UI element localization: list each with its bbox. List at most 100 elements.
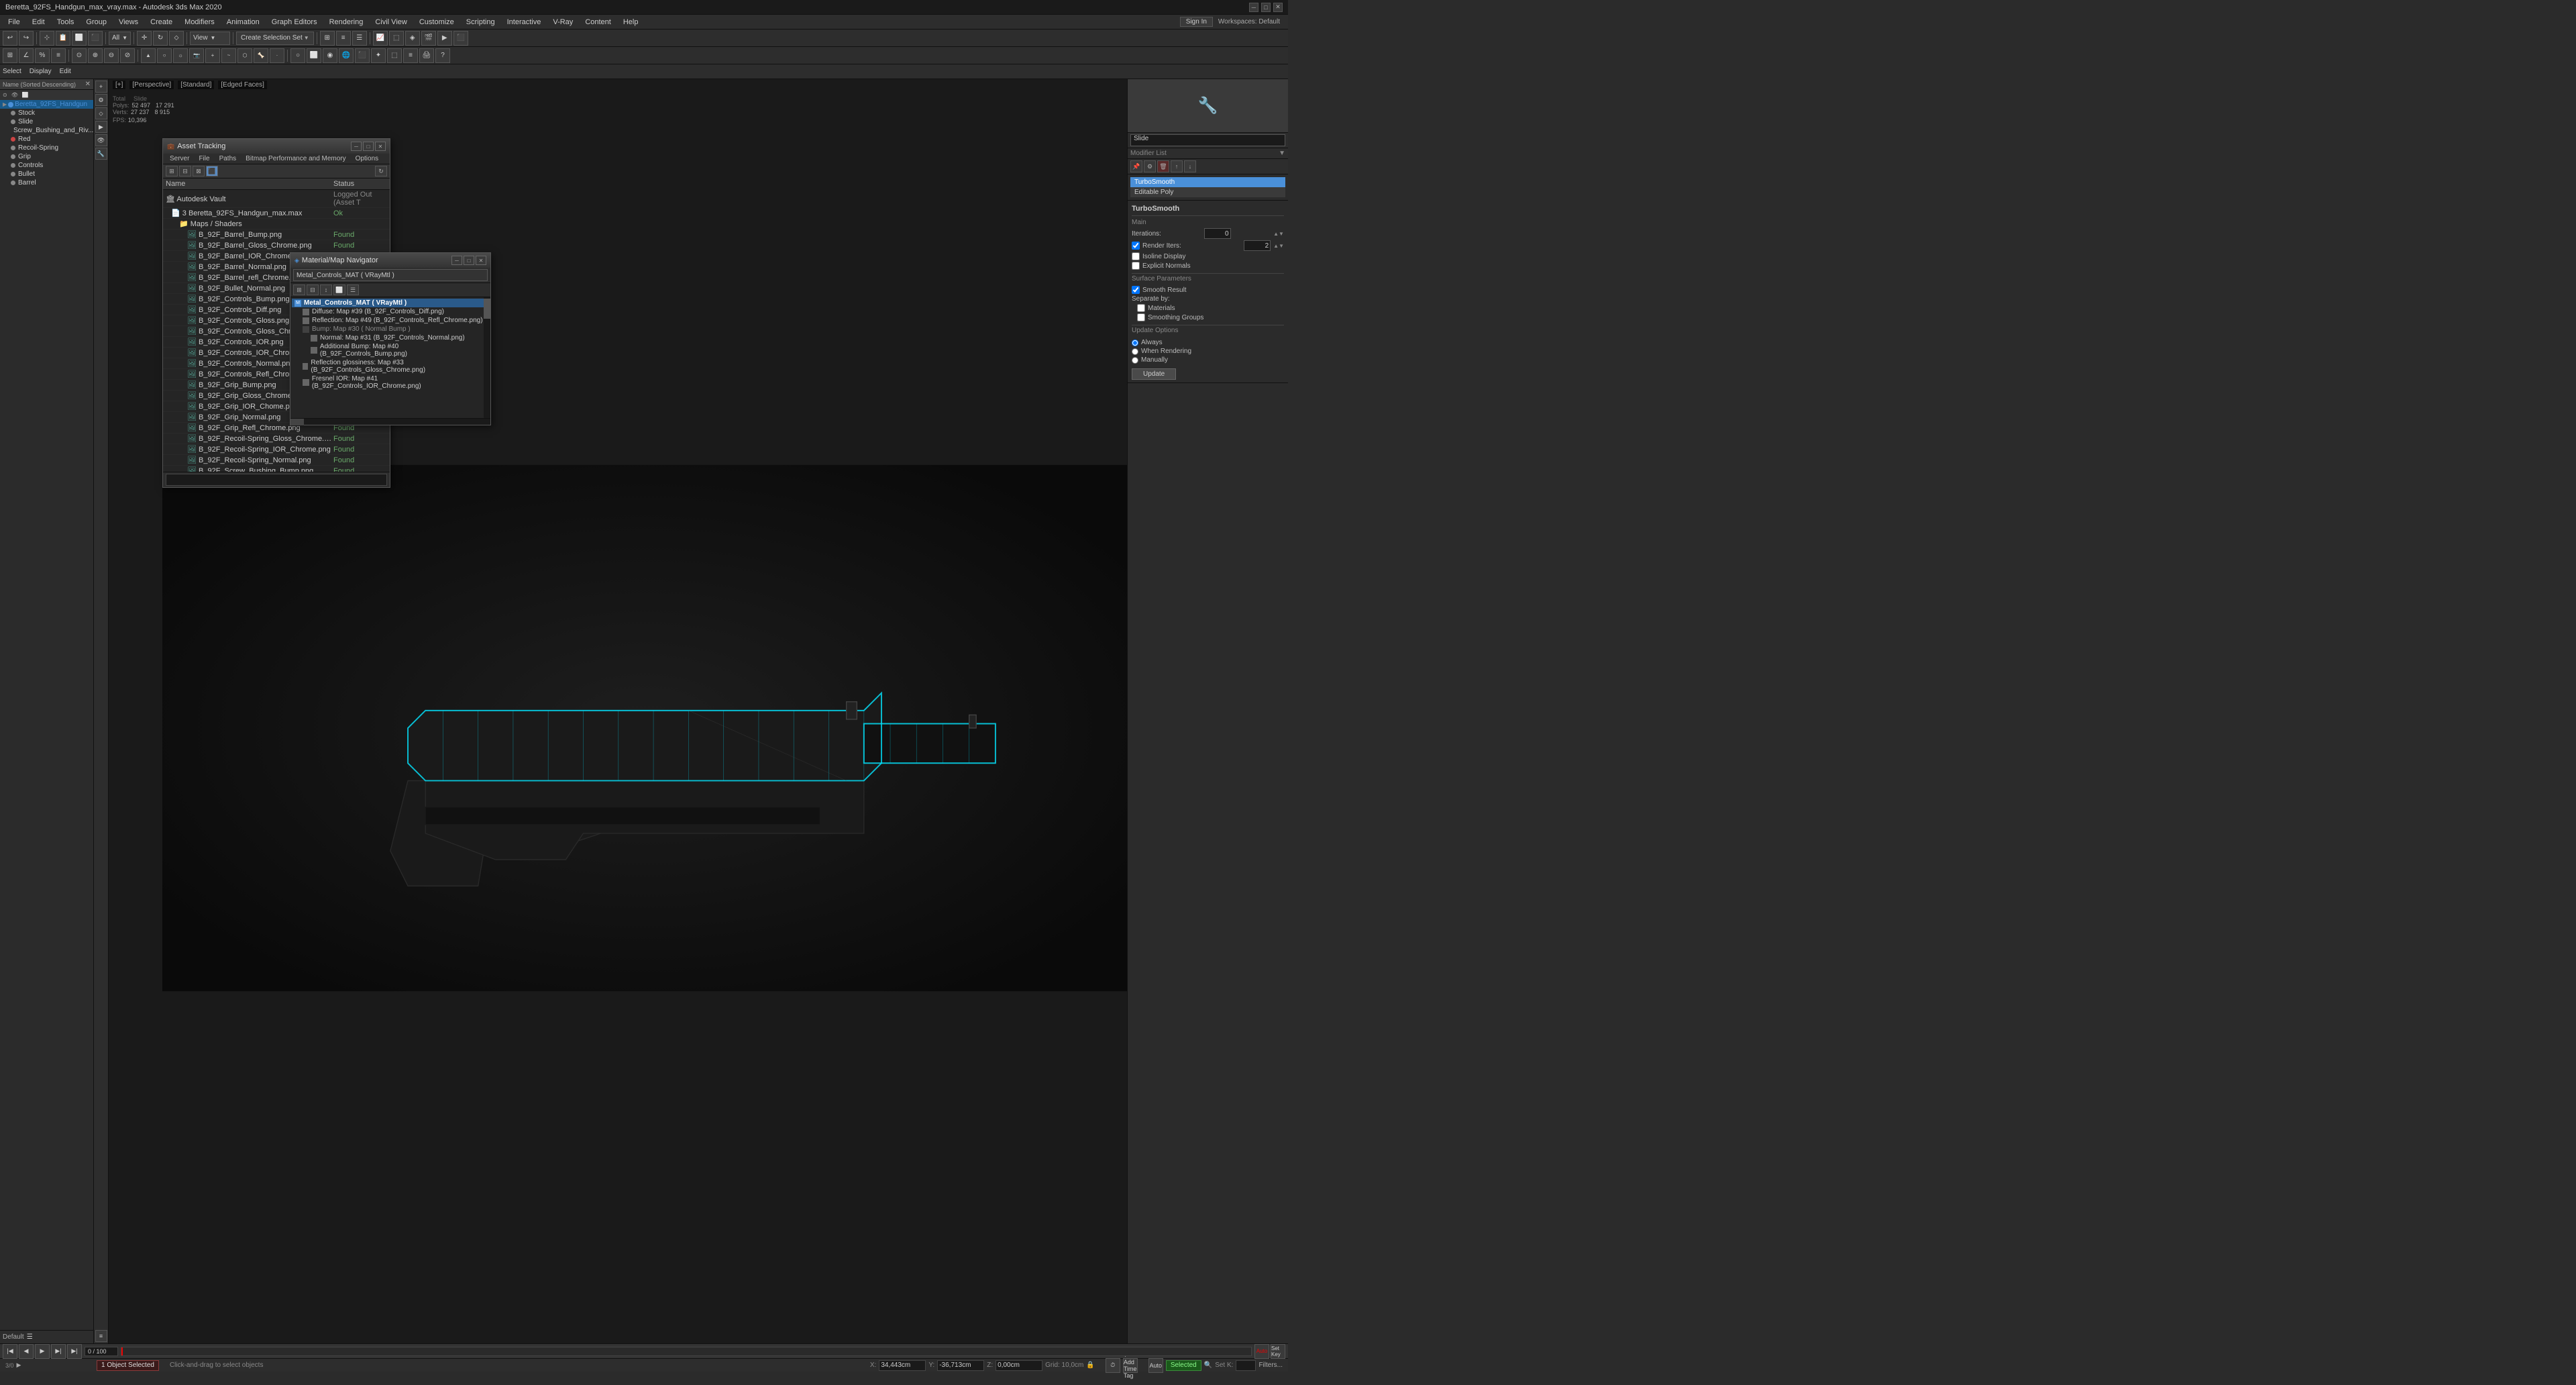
at-row-vault[interactable]: 🏛 Autodesk Vault Logged Out (Asset T xyxy=(163,190,390,208)
modify-panel-btn[interactable]: ⚙ xyxy=(95,94,107,106)
signin-button[interactable]: Sign In xyxy=(1180,17,1213,27)
close-button[interactable]: ✕ xyxy=(1273,3,1283,12)
add-time-tag-btn[interactable]: + Add Time Tag xyxy=(1123,1358,1138,1373)
tree-item-controls[interactable]: Controls xyxy=(0,161,93,170)
minimize-button[interactable]: ─ xyxy=(1249,3,1258,12)
align-button[interactable]: ≡ xyxy=(336,31,351,46)
mod-moveup-btn[interactable]: ↑ xyxy=(1171,160,1183,172)
percent-snap[interactable]: % xyxy=(35,48,50,63)
menu-graph-editors[interactable]: Graph Editors xyxy=(266,17,323,28)
tree-item-stock[interactable]: Stock xyxy=(0,109,93,117)
ts-update-button[interactable]: Update xyxy=(1132,368,1176,380)
ts-smooth-check[interactable] xyxy=(1132,286,1140,294)
x-coord-input[interactable] xyxy=(879,1360,926,1371)
menu-customize[interactable]: Customize xyxy=(414,17,460,28)
go-start-btn[interactable]: |◀ xyxy=(3,1344,17,1359)
y-coord-input[interactable] xyxy=(937,1360,984,1371)
time-config-btn[interactable]: ⏱ xyxy=(1106,1358,1120,1373)
lock-icon[interactable]: 🔒 xyxy=(1086,1362,1094,1369)
atmosphere-tool[interactable]: ⬛ xyxy=(355,48,370,63)
mod-pin-btn[interactable]: 📌 xyxy=(1130,160,1142,172)
at-menu-file[interactable]: File xyxy=(195,154,213,163)
at-tb-btn1[interactable]: ⊞ xyxy=(166,166,178,176)
render-setup-button[interactable]: 🎬 xyxy=(421,31,436,46)
snap-toggle[interactable]: ⊞ xyxy=(3,48,17,63)
menu-create[interactable]: Create xyxy=(145,17,178,28)
modifier-turbosmooth[interactable]: TurboSmooth xyxy=(1130,177,1285,187)
graph-editor-button[interactable]: 📈 xyxy=(373,31,388,46)
loop-tool[interactable]: ○ xyxy=(290,48,305,63)
hierarchy-panel-btn[interactable]: ⬦ xyxy=(95,107,107,119)
at-row-bitmap-22[interactable]: 🖼 B_92F_Screw_Bushing_Bump.png Found xyxy=(163,466,390,472)
ts-render-iters-check[interactable] xyxy=(1132,242,1140,250)
viewport[interactable]: [+] [Perspective] [Standard] [Edged Face… xyxy=(109,79,1127,1343)
frame-counter[interactable]: 0 / 100 xyxy=(85,1347,118,1356)
undo-button[interactable]: ↩ xyxy=(3,31,17,46)
scene-render-btn[interactable]: ⬜ xyxy=(21,91,30,99)
ts-when-rendering-radio[interactable] xyxy=(1132,348,1138,355)
ts-materials-check[interactable] xyxy=(1137,304,1145,312)
isolate-sel[interactable]: ⊙ xyxy=(72,48,87,63)
play-btn[interactable]: ▶ xyxy=(35,1344,50,1359)
modifier-list-dropdown[interactable]: ▼ xyxy=(1279,150,1285,157)
env-tool[interactable]: 🌐 xyxy=(339,48,354,63)
select-geo[interactable]: ▲ xyxy=(141,48,156,63)
select-by-name-button[interactable]: 📋 xyxy=(56,31,70,46)
select-lights[interactable]: ☼ xyxy=(173,48,188,63)
select-region-button[interactable]: ⬜ xyxy=(72,31,87,46)
at-menu-options[interactable]: Options xyxy=(352,154,382,163)
mn-item-refl-gloss[interactable]: Reflection glossiness: Map #33 (B_92F_Co… xyxy=(292,358,489,374)
at-minimize-btn[interactable]: ─ xyxy=(351,142,362,151)
window-crossing-button[interactable]: ⬛ xyxy=(88,31,103,46)
select-space-warps[interactable]: ~ xyxy=(221,48,236,63)
schematic-button[interactable]: ⬚ xyxy=(389,31,404,46)
mn-tree[interactable]: M Metal_Controls_MAT ( VRayMtl ) Diffuse… xyxy=(290,297,490,418)
at-row-maps[interactable]: 📁 Maps / Shaders xyxy=(163,219,390,229)
render-material[interactable]: ◉ xyxy=(323,48,337,63)
select-all-types[interactable]: ⬡ xyxy=(237,48,252,63)
mn-tb4[interactable]: ⬜ xyxy=(333,285,345,295)
search-icon[interactable]: 🔍 xyxy=(1204,1362,1212,1369)
select-bone[interactable]: 🦴 xyxy=(254,48,268,63)
effect-tool[interactable]: ✦ xyxy=(371,48,386,63)
select-shapes[interactable]: ○ xyxy=(157,48,172,63)
mirror-button[interactable]: ⊞ xyxy=(320,31,335,46)
menu-rendering[interactable]: Rendering xyxy=(324,17,369,28)
at-menu-bitmap[interactable]: Bitmap Performance and Memory xyxy=(241,154,350,163)
mod-movedown-btn[interactable]: ↓ xyxy=(1184,160,1196,172)
all-sel[interactable]: ⊕ xyxy=(88,48,103,63)
mn-item-bump[interactable]: Bump: Map #30 ( Normal Bump ) xyxy=(292,325,489,334)
viewport-standard-label[interactable]: [Standard] xyxy=(178,81,214,89)
tree-item-recoil[interactable]: Recoil-Spring xyxy=(0,144,93,152)
mn-tb2[interactable]: ⊟ xyxy=(307,285,319,295)
menu-edit[interactable]: Edit xyxy=(27,17,50,28)
select-cameras[interactable]: 📷 xyxy=(189,48,204,63)
menu-civil-view[interactable]: Civil View xyxy=(370,17,412,28)
scale-button[interactable]: ⬦ xyxy=(169,31,184,46)
tree-item-slide[interactable]: Slide xyxy=(0,117,93,126)
viewport-plus-label[interactable]: [+] xyxy=(113,81,125,89)
at-tb-btn2[interactable]: ⊟ xyxy=(179,166,191,176)
mn-tb5[interactable]: ☰ xyxy=(347,285,359,295)
mn-tb1[interactable]: ⊞ xyxy=(293,285,305,295)
ts-iter-input[interactable] xyxy=(1204,228,1231,239)
filter-dropdown[interactable]: All ▼ xyxy=(109,32,131,45)
at-close-btn[interactable]: ✕ xyxy=(375,142,386,151)
batch-render[interactable]: ≡ xyxy=(403,48,418,63)
filters-btn[interactable]: Filters... xyxy=(1258,1362,1283,1369)
mn-scrollbar[interactable] xyxy=(484,297,490,418)
mn-item-normal[interactable]: Normal: Map #31 (B_92F_Controls_Normal.p… xyxy=(292,334,489,342)
mod-del-btn[interactable]: 🗑 xyxy=(1157,160,1169,172)
at-row-bitmap-21[interactable]: 🖼 B_92F_Recoil-Spring_Normal.png Found xyxy=(163,455,390,466)
at-row-file[interactable]: 📄 3 Beretta_92FS_Handgun_max.max Ok xyxy=(163,208,390,219)
rotate-button[interactable]: ↻ xyxy=(153,31,168,46)
at-menu-paths[interactable]: Paths xyxy=(215,154,241,163)
render-to-tex[interactable]: ⬚ xyxy=(387,48,402,63)
at-path-input[interactable] xyxy=(166,474,387,486)
ts-smoothgroups-check[interactable] xyxy=(1137,313,1145,321)
mn-item-diffuse[interactable]: Diffuse: Map #39 (B_92F_Controls_Diff.pn… xyxy=(292,307,489,316)
menu-vray[interactable]: V-Ray xyxy=(547,17,578,28)
mn-item-reflection[interactable]: Reflection: Map #49 (B_92F_Controls_Refl… xyxy=(292,316,489,325)
move-button[interactable]: ✛ xyxy=(137,31,152,46)
mn-item-root[interactable]: M Metal_Controls_MAT ( VRayMtl ) xyxy=(292,299,489,307)
